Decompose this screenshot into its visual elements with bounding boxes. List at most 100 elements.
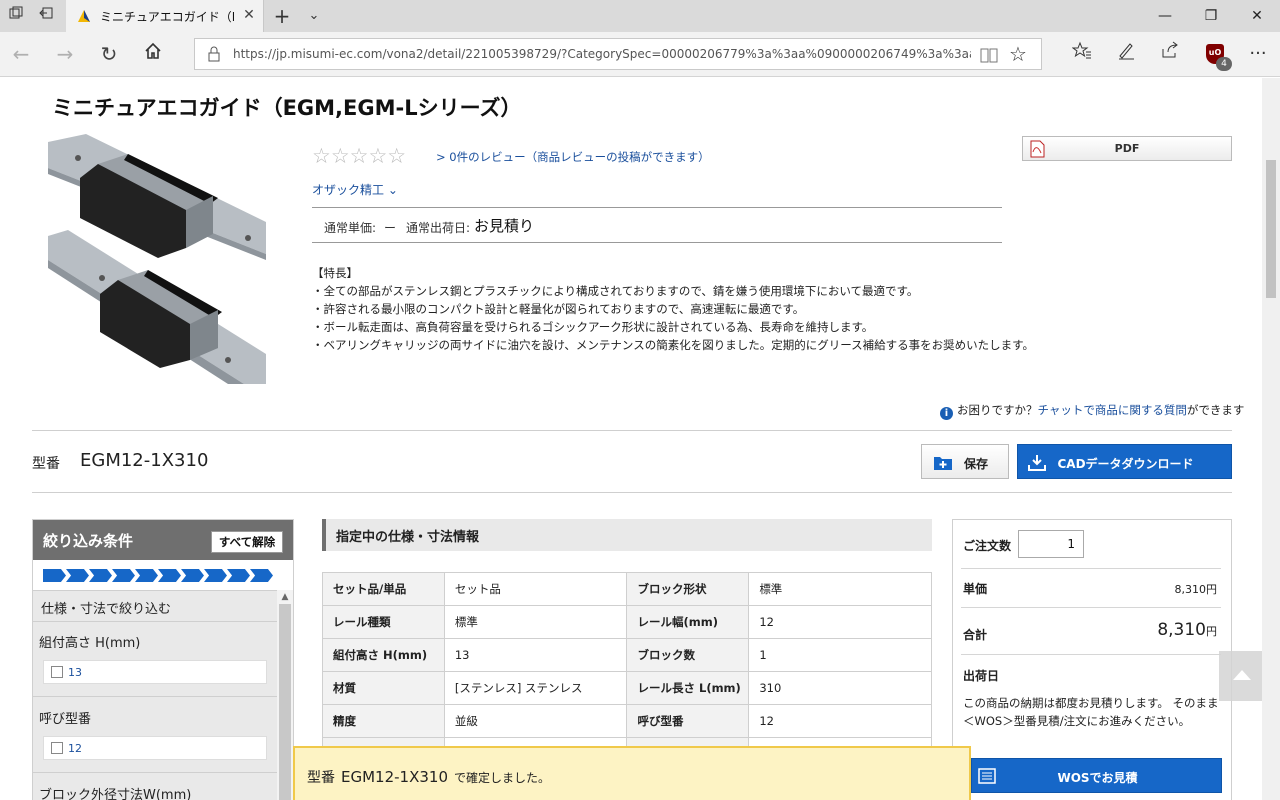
page-scrollbar[interactable]	[1262, 78, 1280, 800]
chevron-down-icon: ⌄	[387, 183, 398, 197]
forward-icon[interactable]: →	[50, 40, 80, 68]
tab-close-icon[interactable]: ✕	[240, 6, 258, 24]
arrow-up-icon	[1233, 670, 1251, 680]
table-row: 材質 [ステンレス] ステンレス レール長さ L(mm) 310	[322, 671, 932, 705]
filter-option[interactable]: 13	[43, 660, 267, 684]
filter-option-value[interactable]: 13	[68, 666, 82, 679]
scroll-up-icon[interactable]: ▲	[277, 590, 293, 604]
spec-table: セット品/単品 セット品 ブロック形状 標準 レール種類 標準 レール幅(mm)…	[322, 572, 932, 771]
spec-value: 1	[748, 638, 932, 672]
divider	[32, 430, 1232, 431]
filter-group-label: ブロック外径寸法W(mm)	[39, 788, 192, 800]
minimize-icon[interactable]: —	[1142, 0, 1188, 32]
refresh-icon[interactable]: ↻	[94, 40, 124, 68]
divider	[33, 696, 277, 697]
filter-title: 絞り込み条件	[43, 532, 134, 550]
url-text[interactable]: https://jp.misumi-ec.com/vona2/detail/22…	[233, 47, 971, 61]
spec-key: 組付高さ H(mm)	[322, 638, 445, 672]
web-note-pen-icon[interactable]	[1112, 40, 1140, 68]
save-button[interactable]: 保存	[921, 444, 1009, 479]
folder-plus-icon	[934, 457, 952, 470]
spec-key: レール長さ L(mm)	[626, 671, 750, 705]
clear-all-button[interactable]: すべて解除	[211, 531, 283, 553]
site-favicon-icon	[78, 10, 90, 22]
back-to-top-button[interactable]	[1219, 651, 1262, 701]
spec-key: レール種類	[322, 605, 445, 639]
price-label: 通常単価:	[324, 221, 377, 235]
spec-key: ブロック数	[626, 638, 750, 672]
feature-item: ・ベアリングキャリッジの両サイドに油穴を設け、メンテナンスの簡素化を図りました。…	[312, 338, 1034, 352]
spec-value: 標準	[443, 605, 628, 639]
filter-option-value[interactable]: 12	[68, 742, 82, 755]
quantity-input[interactable]: 1	[1018, 530, 1084, 558]
new-tab-icon[interactable]: +	[272, 6, 292, 26]
feature-item: ・ボール転走面は、高負荷容量を受けられるゴシックアーク形状に設計されている為、長…	[312, 320, 874, 334]
table-row: 精度 並級 呼び型番 12	[322, 704, 932, 738]
restore-icon[interactable]: ❐	[1188, 0, 1234, 32]
filter-option[interactable]: 12	[43, 736, 267, 760]
spec-key: 呼び型番	[626, 704, 750, 738]
divider	[33, 772, 277, 773]
spec-filter-label: 仕様・寸法で絞り込む	[41, 602, 172, 617]
unit-price-value: 8,310円	[1174, 583, 1218, 596]
part-number-label: 型番	[32, 456, 60, 472]
page-content: ミニチュアエコガイド（EGM,EGM-Lシリーズ） ☆☆☆☆☆ > 0件のレビュ…	[0, 78, 1262, 800]
confirmation-toast: 型番 EGM12-1X310 で確定しました。	[293, 746, 971, 800]
rating-stars[interactable]: ☆☆☆☆☆	[312, 144, 406, 168]
filter-group-label: 呼び型番	[39, 712, 92, 727]
close-window-icon[interactable]: ✕	[1234, 0, 1280, 32]
ship-date-heading: 出荷日	[963, 669, 1000, 683]
reading-view-icon[interactable]	[979, 46, 999, 64]
pdf-button[interactable]: PDF	[1022, 136, 1232, 161]
home-icon[interactable]	[138, 40, 168, 68]
spec-value: 標準	[748, 572, 932, 606]
spec-filter-section[interactable]: 仕様・寸法で絞り込む	[33, 590, 293, 622]
filter-scrollbar[interactable]: ▲	[277, 590, 293, 800]
ship-date-value: お見積り	[474, 217, 535, 235]
spec-key: 精度	[322, 704, 445, 738]
back-icon[interactable]: ←	[6, 40, 36, 68]
ship-date-note: この商品の納期は都度お見積りします。 そのまま＜WOS＞型番見積/注文にお進みく…	[963, 696, 1219, 728]
spec-value: 並級	[443, 704, 628, 738]
set-tabs-aside-icon[interactable]	[36, 6, 56, 26]
chat-link[interactable]: チャットで商品に関する質問	[1038, 403, 1187, 417]
favorites-hub-icon[interactable]	[1068, 40, 1096, 68]
checkbox[interactable]	[51, 666, 63, 678]
spec-key: ブロック形状	[626, 572, 750, 606]
cad-download-button[interactable]: CADデータダウンロード	[1017, 444, 1232, 479]
feature-item: ・全ての部品がステンレス鋼とプラスチックにより構成されておりますので、錆を嫌う使…	[312, 284, 919, 298]
chat-help: i お困りですか？チャットで商品に関する質問ができます	[940, 402, 1244, 420]
feature-item: ・許容される最小限のコンパクト設計と軽量化が図られておりますので、高速運転に最適…	[312, 302, 805, 316]
extension-badge: 4	[1216, 57, 1232, 71]
filter-panel: 絞り込み条件 すべて解除 仕様・寸法で絞り込む ▲ 組付高さ H(mm) 13 …	[32, 519, 294, 800]
divider	[961, 654, 1221, 655]
product-title: ミニチュアエコガイド（EGM,EGM-Lシリーズ）	[52, 96, 522, 120]
wos-quote-button[interactable]: WOSでお見積	[971, 758, 1222, 793]
review-link[interactable]: > 0件のレビュー（商品レビューの投稿ができます）	[436, 149, 710, 165]
price-row: 通常単価: ー 通常出荷日: お見積り	[312, 207, 1002, 243]
checkbox[interactable]	[51, 742, 63, 754]
browser-tab-bar: ミニチュアエコガイド（EGM, ✕ + ⌄ — ❐ ✕	[0, 0, 1280, 32]
ship-date-label: 通常出荷日:	[406, 221, 471, 235]
part-number-value: EGM12-1X310	[80, 450, 209, 471]
divider	[961, 607, 1221, 608]
spec-value: 13	[443, 638, 628, 672]
spec-key: セット品/単品	[322, 572, 445, 606]
tab-title: ミニチュアエコガイド（EGM,	[100, 10, 234, 24]
share-icon[interactable]	[1156, 40, 1184, 68]
favorite-star-icon[interactable]: ☆	[1009, 42, 1027, 66]
more-menu-icon[interactable]: ···	[1244, 40, 1272, 68]
active-tab[interactable]: ミニチュアエコガイド（EGM, ✕	[66, 0, 264, 32]
price-value: ー	[384, 221, 397, 235]
page-scroll-thumb[interactable]	[1266, 160, 1276, 298]
spec-key: 材質	[322, 671, 445, 705]
browser-nav-bar: ← → ↻ https://jp.misumi-ec.com/vona2/det…	[0, 32, 1280, 77]
address-bar[interactable]: https://jp.misumi-ec.com/vona2/detail/22…	[194, 38, 1042, 70]
tab-list-chevron-icon[interactable]: ⌄	[304, 6, 324, 26]
cad-download-label: CADデータダウンロード	[1057, 457, 1194, 471]
maker-link[interactable]: オザック精工 ⌄	[312, 181, 398, 198]
tab-preview-icon[interactable]	[6, 6, 26, 26]
progress-arrows	[43, 569, 273, 582]
filter-scroll-thumb[interactable]	[279, 604, 291, 800]
total-label: 合計	[963, 628, 988, 642]
